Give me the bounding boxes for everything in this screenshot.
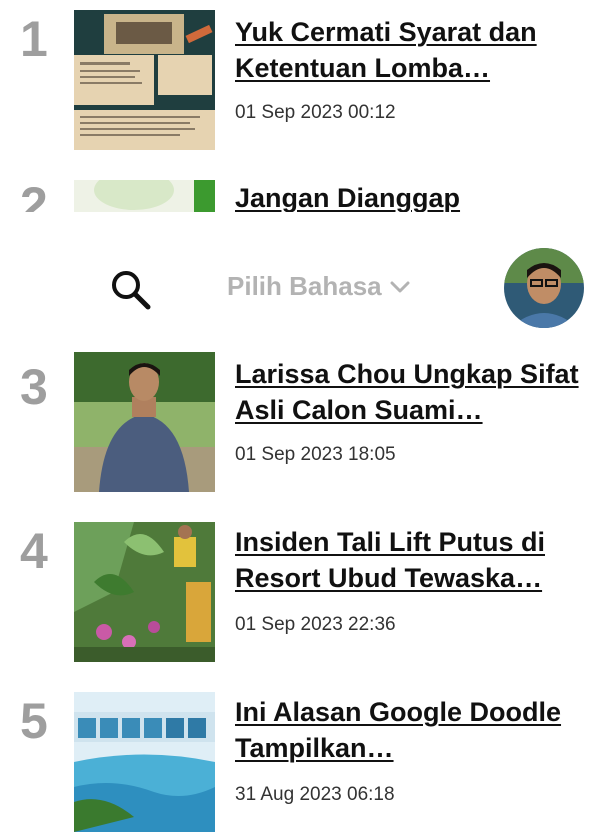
search-icon[interactable]: [108, 267, 154, 313]
top-navbar: Pilih Bahasa: [0, 212, 595, 360]
article-thumbnail[interactable]: [74, 10, 215, 150]
article-title-link[interactable]: Ini Alasan Google Doodle Tampilkan…: [235, 694, 585, 766]
list-item[interactable]: 5 Ini Alasan Google Doodle Tampilkan… 31…: [0, 692, 595, 832]
language-selector-label: Pilih Bahasa: [227, 271, 382, 301]
article-title-link[interactable]: Jangan Dianggap: [235, 180, 585, 216]
language-selector[interactable]: Pilih Bahasa: [227, 271, 410, 302]
article-date: 01 Sep 2023 00:12: [235, 102, 396, 123]
list-item[interactable]: 1 Yuk Cermati Syarat dan Ketentuan Lomba…: [0, 10, 595, 150]
article-title-link[interactable]: Yuk Cermati Syarat dan Ketentuan Lomba…: [235, 14, 585, 86]
article-thumbnail[interactable]: [74, 352, 215, 492]
avatar[interactable]: [504, 248, 584, 328]
list-item[interactable]: 3 Larissa Chou Ungkap Sifat Asli Calon S…: [0, 352, 595, 492]
article-title-link[interactable]: Larissa Chou Ungkap Sifat Asli Calon Sua…: [235, 356, 585, 428]
article-thumbnail[interactable]: [74, 692, 215, 832]
rank-number: 1: [20, 11, 48, 67]
rank-number: 3: [20, 359, 48, 415]
article-title-link[interactable]: Insiden Tali Lift Putus di Resort Ubud T…: [235, 524, 585, 596]
article-date: 01 Sep 2023 18:05: [235, 444, 396, 465]
article-date: 31 Aug 2023 06:18: [235, 784, 395, 805]
article-thumbnail[interactable]: [74, 522, 215, 662]
rank-number: 5: [20, 693, 48, 749]
list-item[interactable]: 4 Insiden Tali Lift Putus di Resort Ubud…: [0, 522, 595, 662]
chevron-down-icon: [390, 281, 410, 292]
rank-number: 4: [20, 523, 48, 579]
article-date: 01 Sep 2023 22:36: [235, 614, 396, 635]
